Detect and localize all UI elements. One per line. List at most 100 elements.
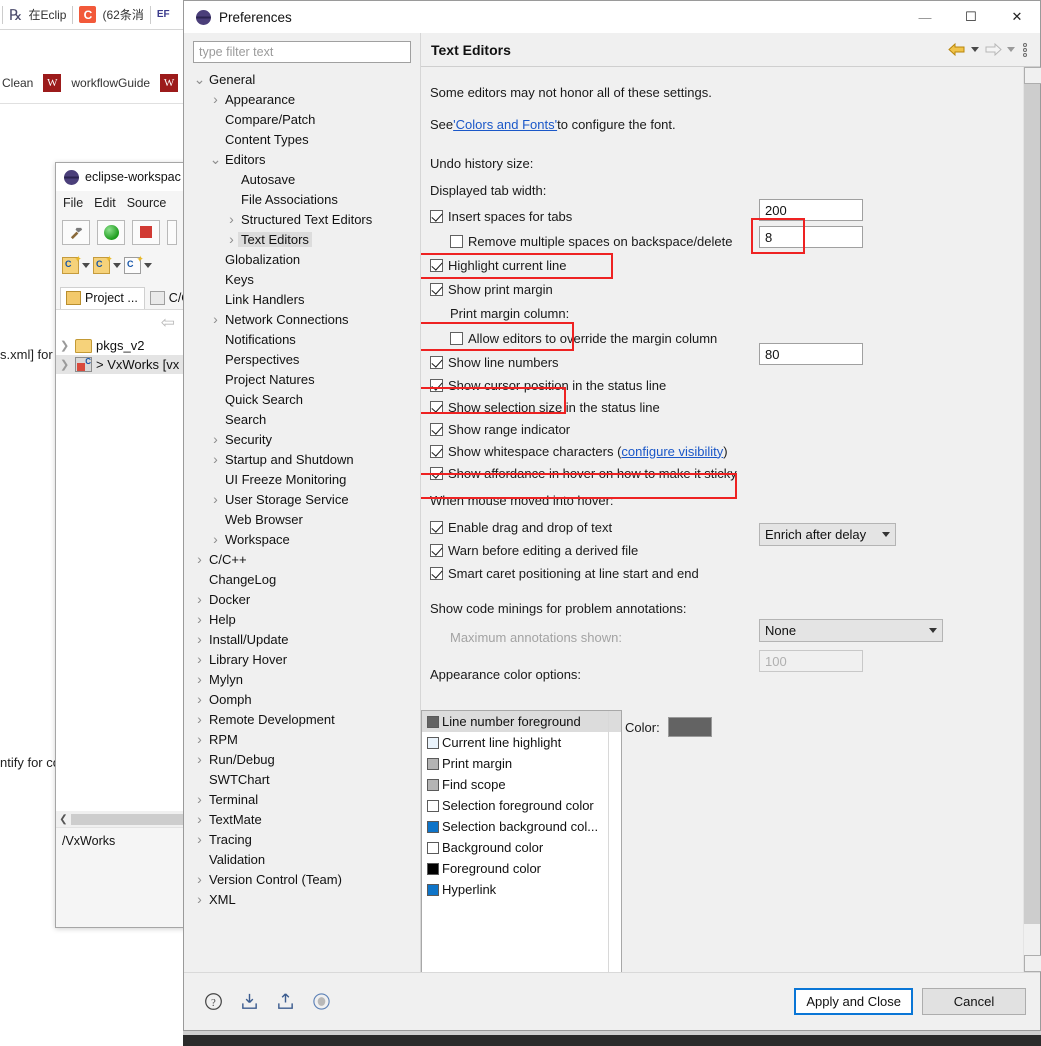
- allow-override-row[interactable]: Allow editors to override the margin col…: [430, 326, 1023, 350]
- menu-edit[interactable]: Edit: [94, 196, 116, 210]
- tree-item-link-handlers[interactable]: Link Handlers: [193, 289, 421, 309]
- allow-override-checkbox[interactable]: [450, 331, 463, 345]
- affordance-checkbox[interactable]: [430, 466, 443, 480]
- stop-icon[interactable]: [132, 219, 160, 245]
- tree-item-changelog[interactable]: ChangeLog: [193, 569, 421, 589]
- tree-item-startup-and-shutdown[interactable]: › Startup and Shutdown: [193, 449, 421, 469]
- tree-item-tracing[interactable]: › Tracing: [193, 829, 421, 849]
- tree-item-c-c[interactable]: › C/C++: [193, 549, 421, 569]
- tree-item-oomph[interactable]: › Oomph: [193, 689, 421, 709]
- tree-item-project-natures[interactable]: Project Natures: [193, 369, 421, 389]
- line-numbers-row[interactable]: Show line numbers: [430, 350, 1023, 374]
- label-62-notes[interactable]: (62条消: [102, 6, 143, 23]
- color-list-item[interactable]: Find scope: [422, 774, 621, 795]
- line-numbers-checkbox[interactable]: [430, 355, 443, 369]
- tree-item-autosave[interactable]: Autosave: [193, 169, 421, 189]
- tree-item-ui-freeze-monitoring[interactable]: UI Freeze Monitoring: [193, 469, 421, 489]
- tree-item-compare-patch[interactable]: Compare/Patch: [193, 109, 421, 129]
- affordance-row[interactable]: Show affordance in hover on how to make …: [430, 462, 1023, 484]
- cancel-button[interactable]: Cancel: [922, 988, 1026, 1015]
- tree-item-swtchart[interactable]: SWTChart: [193, 769, 421, 789]
- export-preferences-icon[interactable]: [274, 991, 296, 1013]
- colors-and-fonts-link[interactable]: 'Colors and Fonts': [453, 117, 557, 132]
- tree-item-structured-text-editors[interactable]: › Structured Text Editors: [193, 209, 421, 229]
- tree-item-security[interactable]: › Security: [193, 429, 421, 449]
- maximize-button[interactable]: ☐: [948, 1, 994, 33]
- cursor-position-row[interactable]: Show cursor position in the status line: [430, 374, 1023, 396]
- scrollbar-thumb[interactable]: [1024, 84, 1040, 924]
- color-list-item[interactable]: Line number foreground: [422, 711, 621, 732]
- filter-input[interactable]: type filter text: [193, 41, 411, 63]
- chevron-right-icon[interactable]: ›: [193, 871, 206, 887]
- chevron-right-icon[interactable]: ›: [193, 691, 206, 707]
- chevron-right-icon[interactable]: ›: [193, 731, 206, 747]
- scroll-up-icon[interactable]: ▲: [1024, 67, 1041, 84]
- new-c-file-icon[interactable]: ✦: [124, 254, 143, 274]
- tree-item-text-editors[interactable]: › Text Editors: [193, 229, 421, 249]
- print-margin-column-field[interactable]: 80: [759, 343, 863, 365]
- selection-size-checkbox[interactable]: [430, 400, 443, 414]
- warn-derived-row[interactable]: Warn before editing a derived file: [430, 539, 1023, 562]
- tree-item-textmate[interactable]: › TextMate: [193, 809, 421, 829]
- scroll-left-icon[interactable]: ❮: [56, 811, 71, 827]
- configure-visibility-link[interactable]: configure visibility: [621, 444, 723, 459]
- preferences-dialog[interactable]: Preferences — ☐ ✕ type filter text ⌄ Gene…: [183, 0, 1041, 1031]
- tree-item-workspace[interactable]: › Workspace: [193, 529, 421, 549]
- tree-item-xml[interactable]: › XML: [193, 889, 421, 909]
- tree-item-content-types[interactable]: Content Types: [193, 129, 421, 149]
- page-vertical-scrollbar[interactable]: ▲ ▼: [1023, 67, 1041, 972]
- tree-item-terminal[interactable]: › Terminal: [193, 789, 421, 809]
- color-list-item[interactable]: Hyperlink: [422, 879, 621, 900]
- chevron-right-icon[interactable]: ›: [225, 231, 238, 247]
- smart-caret-checkbox[interactable]: [430, 567, 443, 580]
- menu-source[interactable]: Source: [127, 196, 167, 210]
- chevron-right-icon[interactable]: ›: [209, 311, 222, 327]
- chevron-down-icon[interactable]: [144, 262, 152, 268]
- highlight-line-checkbox[interactable]: [430, 258, 443, 272]
- chevron-right-icon[interactable]: ›: [209, 91, 222, 107]
- tab-project-explorer[interactable]: Project ...: [60, 287, 145, 309]
- print-margin-row[interactable]: Show print margin: [430, 277, 1023, 301]
- preferences-tree[interactable]: ⌄ General › Appearance Compare/Patch Content …: [193, 69, 421, 972]
- tab-workflowguide[interactable]: workflowGuide: [71, 76, 150, 90]
- tree-item-version-control-team[interactable]: › Version Control (Team): [193, 869, 421, 889]
- scrollbar-thumb[interactable]: [71, 813, 189, 825]
- chevron-right-icon[interactable]: ›: [193, 671, 206, 687]
- highlight-line-row[interactable]: Highlight current line: [430, 253, 1023, 277]
- chevron-down-icon[interactable]: ⌄: [209, 152, 222, 166]
- range-indicator-row[interactable]: Show range indicator: [430, 418, 1023, 440]
- new-c-project-icon[interactable]: ✦: [62, 254, 81, 274]
- workspace-horizontal-scrollbar[interactable]: ❮: [56, 811, 189, 827]
- chevron-right-icon[interactable]: ›: [209, 451, 222, 467]
- chevron-right-icon[interactable]: ›: [193, 751, 206, 767]
- tree-item-library-hover[interactable]: › Library Hover: [193, 649, 421, 669]
- tree-item-validation[interactable]: Validation: [193, 849, 421, 869]
- remove-spaces-row[interactable]: Remove multiple spaces on backspace/dele…: [430, 229, 1023, 253]
- cursor-position-checkbox[interactable]: [430, 378, 443, 392]
- back-arrow-icon[interactable]: ⇦: [161, 313, 175, 333]
- tab-width-field[interactable]: 8: [759, 226, 863, 248]
- toolbar-extra-button[interactable]: [167, 219, 177, 245]
- color-list-item[interactable]: Current line highlight: [422, 732, 621, 753]
- chevron-right-icon[interactable]: ›: [225, 211, 238, 227]
- chevron-right-icon[interactable]: ›: [193, 711, 206, 727]
- tree-item-remote-development[interactable]: › Remote Development: [193, 709, 421, 729]
- chevron-right-icon[interactable]: ›: [193, 891, 206, 907]
- selection-size-row[interactable]: Show selection size in the status line: [430, 396, 1023, 418]
- minimize-button[interactable]: —: [902, 1, 948, 33]
- chevron-right-icon[interactable]: ›: [193, 831, 206, 847]
- hover-mode-combo[interactable]: Enrich after delay: [759, 523, 896, 546]
- chevron-down-icon[interactable]: [113, 262, 121, 268]
- tree-item-network-connections[interactable]: › Network Connections: [193, 309, 421, 329]
- drag-drop-checkbox[interactable]: [430, 521, 443, 534]
- color-list-item[interactable]: Selection background col...: [422, 816, 621, 837]
- warn-derived-checkbox[interactable]: [430, 544, 443, 557]
- whitespace-row[interactable]: Show whitespace characters (configure vi…: [430, 440, 1023, 462]
- tree-item-search[interactable]: Search: [193, 409, 421, 429]
- eclipse-help-icon[interactable]: ℞: [9, 6, 22, 24]
- tree-item-notifications[interactable]: Notifications: [193, 329, 421, 349]
- c-app-icon[interactable]: C: [79, 6, 97, 23]
- chevron-right-icon[interactable]: ›: [209, 531, 222, 547]
- undo-history-field[interactable]: 200: [759, 199, 863, 221]
- chevron-right-icon[interactable]: ›: [209, 431, 222, 447]
